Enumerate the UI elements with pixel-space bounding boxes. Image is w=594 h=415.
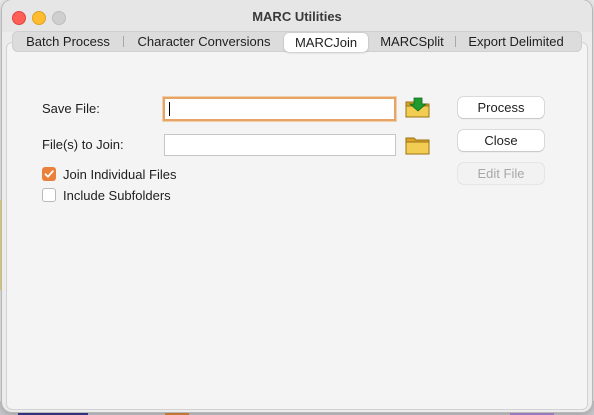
save-file-browse-button[interactable]: [405, 97, 431, 119]
folder-icon: [405, 137, 430, 155]
files-to-join-label: File(s) to Join:: [42, 137, 124, 152]
tab-bar: Batch Process Character Conversions MARC…: [12, 31, 582, 52]
checkmark-icon: [44, 170, 54, 178]
tab-character-conversions[interactable]: Character Conversions: [124, 31, 284, 52]
save-file-input[interactable]: [163, 97, 396, 121]
tab-export-delimited[interactable]: Export Delimited: [456, 31, 576, 52]
save-file-label: Save File:: [42, 101, 100, 116]
files-to-join-browse-button[interactable]: [405, 134, 431, 156]
files-to-join-input[interactable]: [164, 134, 396, 156]
include-subfolders-label[interactable]: Include Subfolders: [63, 188, 171, 203]
tab-content-pane: Save File: Process File(s) to Join: Clos…: [6, 42, 588, 410]
marc-utilities-window: MARC Utilities Save File: Process File(s…: [2, 0, 592, 412]
tab-batch-process[interactable]: Batch Process: [12, 31, 124, 52]
edit-file-button[interactable]: Edit File: [458, 163, 544, 184]
join-individual-files-label[interactable]: Join Individual Files: [63, 167, 176, 182]
text-caret: [169, 102, 170, 116]
join-individual-files-checkbox[interactable]: [42, 167, 56, 181]
tab-marcsplit[interactable]: MARCSplit: [368, 31, 456, 52]
folder-download-icon: [405, 97, 430, 118]
title-bar: MARC Utilities: [2, 0, 592, 32]
tab-marcjoin[interactable]: MARCJoin: [284, 32, 368, 52]
window-title: MARC Utilities: [252, 9, 342, 24]
include-subfolders-checkbox[interactable]: [42, 188, 56, 202]
process-button[interactable]: Process: [458, 97, 544, 118]
close-button[interactable]: Close: [458, 130, 544, 151]
